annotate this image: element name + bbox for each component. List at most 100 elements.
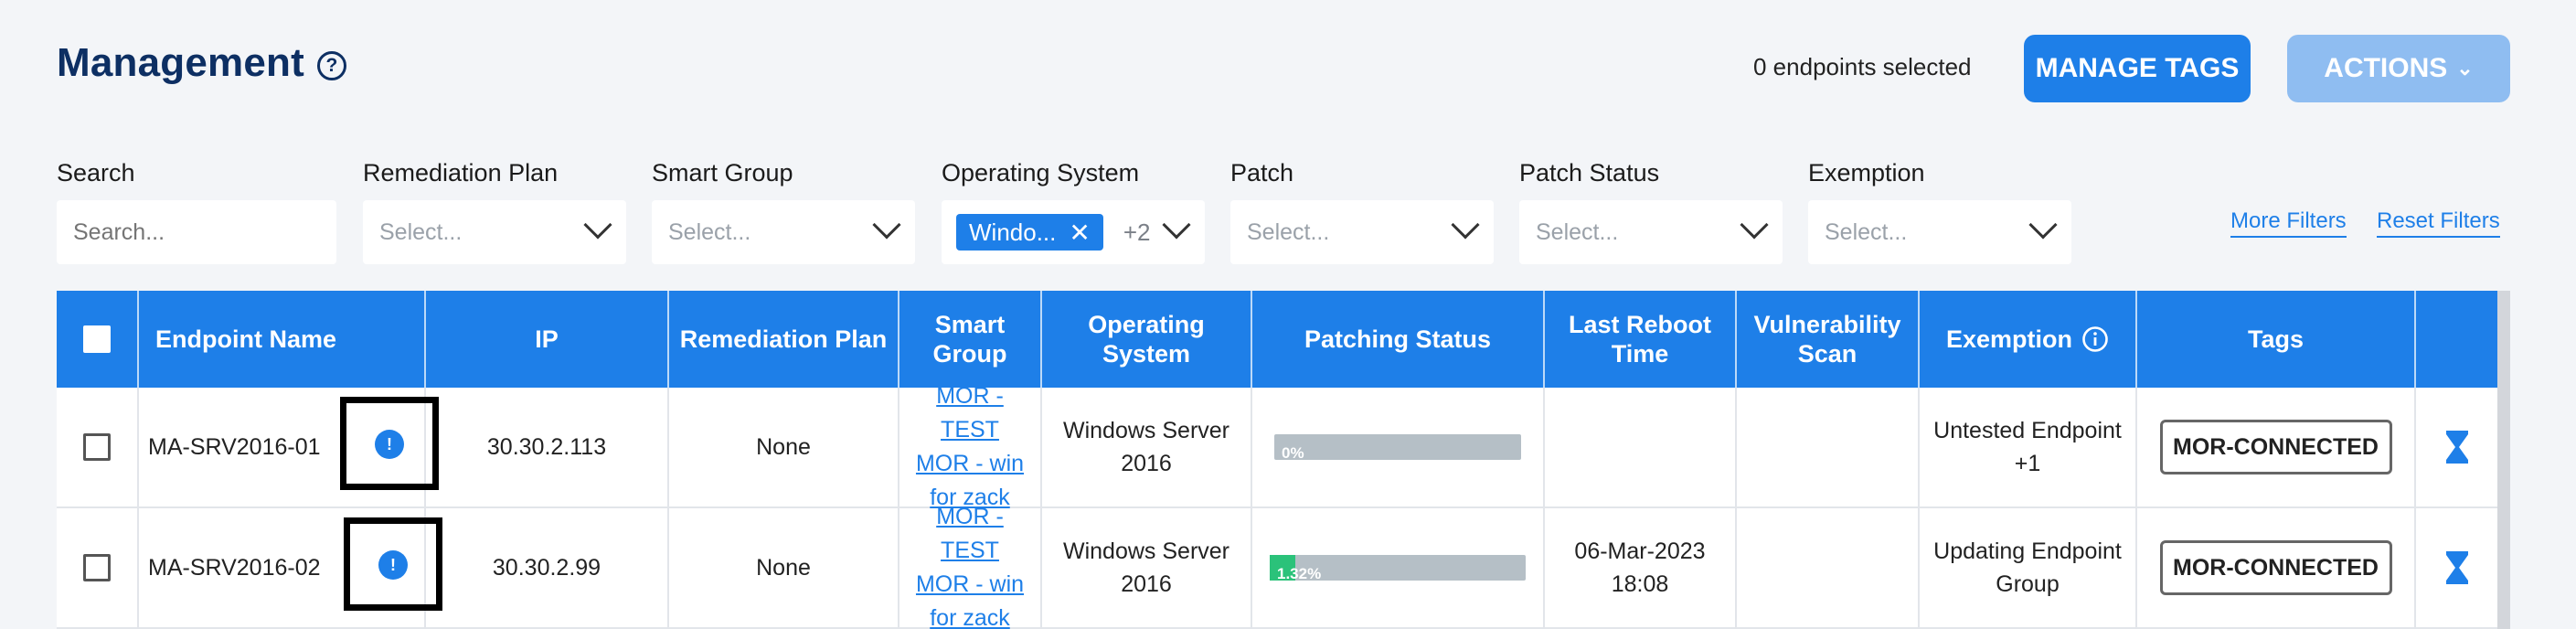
filter-label: Patch (1230, 159, 1294, 187)
select-placeholder: Select... (1536, 219, 1619, 245)
management-page: Management ? 0 endpoints selected MANAGE… (0, 0, 2576, 629)
chevron-down-icon (1740, 210, 1769, 240)
cell-status (2416, 508, 2497, 627)
cell-status (2416, 388, 2497, 506)
os-line: Windows Server (1063, 418, 1229, 443)
cell-vulnerability-scan (1737, 388, 1920, 506)
hourglass-icon[interactable] (2445, 430, 2469, 464)
exemption-text: Updating Endpoint (1933, 538, 2122, 564)
filter-smart-group: Smart Group Select... (652, 159, 915, 264)
cell-smart-group: MOR - TEST MOR - win for zack (899, 504, 1042, 629)
more-filters-link[interactable]: More Filters (2230, 208, 2347, 238)
chevron-down-icon: ⌄ (2456, 57, 2474, 80)
os-line: Windows Server (1063, 538, 1229, 564)
col-ip[interactable]: IP (426, 291, 669, 388)
reboot-date: 06-Mar-2023 (1574, 538, 1706, 564)
cell-last-reboot-time: 06-Mar-2023 18:08 (1545, 508, 1737, 627)
manage-tags-label: MANAGE TAGS (2035, 53, 2240, 83)
exemption-text: Group (1996, 571, 2060, 597)
chevron-down-icon (1162, 210, 1191, 240)
row-select (57, 508, 139, 627)
cell-tags: MOR-CONNECTED (2137, 508, 2416, 627)
col-actions (2416, 291, 2497, 388)
cell-patching-status: 0% (1252, 388, 1545, 506)
col-exemption[interactable]: Exemption (1920, 291, 2137, 388)
cell-tags: MOR-CONNECTED (2137, 388, 2416, 506)
cell-ip: 30.30.2.99 (426, 508, 669, 627)
cell-last-reboot-time (1545, 388, 1737, 506)
smart-group-link[interactable]: MOR - TEST (905, 500, 1035, 568)
row-checkbox[interactable] (83, 433, 111, 461)
filter-label: Patch Status (1519, 159, 1660, 187)
os-line: 2016 (1121, 451, 1172, 476)
actions-label: ACTIONS (2324, 53, 2448, 83)
patch-status-select[interactable]: Select... (1519, 200, 1783, 264)
chevron-down-icon (583, 210, 612, 240)
info-icon[interactable] (2081, 325, 2109, 353)
cell-smart-group: MOR - TEST MOR - win for zack (899, 383, 1042, 510)
smart-group-link[interactable]: MOR - win (916, 447, 1024, 481)
reset-filters-link[interactable]: Reset Filters (2377, 208, 2500, 238)
cell-operating-system: Windows Server 2016 (1042, 388, 1252, 506)
patch-select[interactable]: Select... (1230, 200, 1494, 264)
smart-group-select[interactable]: Select... (652, 200, 915, 264)
info-icon[interactable]: ! (375, 430, 404, 459)
reboot-time: 18:08 (1611, 571, 1669, 597)
chip-label: Windo... (969, 218, 1057, 246)
close-icon[interactable]: ✕ (1069, 218, 1090, 248)
col-remediation-plan[interactable]: Remediation Plan (669, 291, 899, 388)
col-endpoint-name[interactable]: Endpoint Name (139, 291, 426, 388)
endpoint-name[interactable]: MA-SRV2016-01 (148, 431, 321, 464)
os-chip[interactable]: Windo... ✕ (956, 214, 1103, 251)
chevron-down-icon (2028, 210, 2058, 240)
filter-label: Operating System (942, 159, 1140, 187)
exemption-select[interactable]: Select... (1808, 200, 2071, 264)
remediation-plan-select[interactable]: Select... (363, 200, 626, 264)
col-smart-group[interactable]: Smart Group (899, 291, 1042, 388)
progress-label: 0% (1282, 444, 1304, 462)
filter-exemption: Exemption Select... (1808, 159, 2071, 264)
filter-label: Exemption (1808, 159, 1925, 187)
os-line: 2016 (1121, 571, 1172, 597)
col-tags[interactable]: Tags (2137, 291, 2416, 388)
tag-badge[interactable]: MOR-CONNECTED (2159, 420, 2392, 474)
help-circle-icon[interactable]: ? (316, 51, 346, 80)
row-checkbox[interactable] (83, 554, 111, 581)
exemption-header-label: Exemption (1945, 325, 2073, 353)
smart-group-link[interactable]: MOR - TEST (905, 379, 1035, 447)
chevron-down-icon (872, 210, 901, 240)
smart-group-link[interactable]: for zack (930, 602, 1010, 629)
patching-progress-bar: 0% (1274, 434, 1521, 462)
select-placeholder: Select... (668, 219, 751, 245)
col-vulnerability-scan[interactable]: Vulnerability Scan (1737, 291, 1920, 388)
smart-group-link[interactable]: MOR - win (916, 568, 1024, 602)
patching-progress-bar: 1.32% (1270, 555, 1526, 582)
table-row[interactable]: MA-SRV2016-01 ! 30.30.2.113 None MOR - T… (57, 383, 2497, 510)
cell-remediation-plan: None (669, 508, 899, 627)
exemption-extra[interactable]: +1 (2015, 447, 2041, 480)
operating-system-select[interactable]: Windo... ✕ +2 (942, 200, 1205, 264)
filter-patch: Patch Select... (1230, 159, 1494, 264)
cell-exemption: Untested Endpoint +1 (1920, 388, 2137, 506)
search-input[interactable] (57, 200, 336, 264)
select-all-checkbox[interactable] (83, 325, 111, 353)
select-placeholder: Select... (1825, 219, 1908, 245)
col-patching-status[interactable]: Patching Status (1252, 291, 1545, 388)
hourglass-icon[interactable] (2445, 550, 2469, 585)
cell-operating-system: Windows Server 2016 (1042, 508, 1252, 627)
filter-search: Search (57, 159, 336, 264)
info-icon[interactable]: ! (378, 550, 408, 580)
col-last-reboot-time[interactable]: Last Reboot Time (1545, 291, 1737, 388)
filter-label: Search (57, 159, 135, 187)
col-operating-system[interactable]: Operating System (1042, 291, 1252, 388)
filter-operating-system: Operating System Windo... ✕ +2 (942, 159, 1205, 264)
actions-button[interactable]: ACTIONS ⌄ (2287, 35, 2510, 102)
cell-endpoint-name: MA-SRV2016-02 ! (139, 508, 442, 627)
manage-tags-button[interactable]: MANAGE TAGS (2024, 35, 2251, 102)
endpoint-name[interactable]: MA-SRV2016-02 (148, 551, 321, 584)
filter-label: Smart Group (652, 159, 793, 187)
tag-badge[interactable]: MOR-CONNECTED (2159, 540, 2392, 595)
progress-label: 1.32% (1277, 565, 1322, 582)
table-scrollbar[interactable] (2497, 291, 2510, 629)
table-row[interactable]: MA-SRV2016-02 ! 30.30.2.99 None MOR - TE… (57, 504, 2497, 629)
